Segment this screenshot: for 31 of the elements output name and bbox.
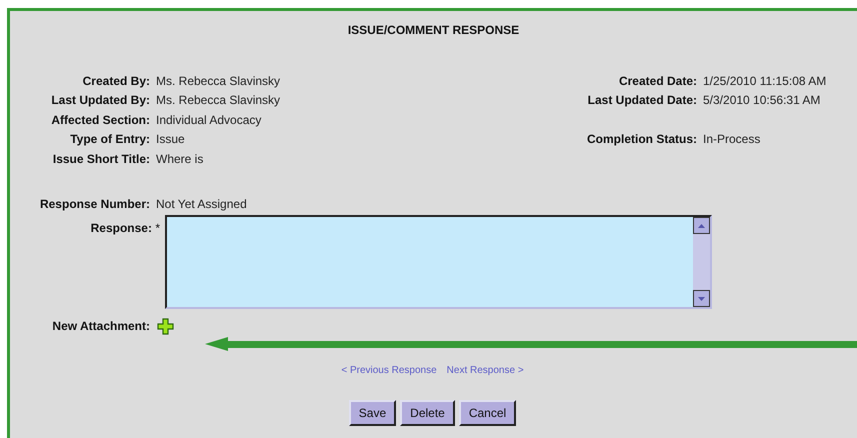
field-value: 1/25/2010 11:15:08 AM [703, 72, 826, 90]
field-label: Created By: [82, 72, 150, 90]
field-value: 5/3/2010 10:56:31 AM [703, 92, 820, 110]
scroll-up-icon[interactable] [693, 217, 710, 234]
form-button[interactable]: Delete [400, 400, 455, 426]
field-label: Response Number: [38, 196, 150, 214]
field-label: Completion Status: [586, 131, 697, 148]
form-button[interactable]: Save [348, 400, 396, 426]
field-value: Individual Advocacy [156, 112, 262, 129]
field-label: Created Date: [618, 72, 697, 90]
scrollbar[interactable] [693, 217, 710, 307]
field-label: Type of Entry: [69, 131, 150, 148]
field-value: Ms. Rebecca Slavinsky [156, 72, 280, 90]
add-plus-icon[interactable] [157, 318, 174, 334]
pagination-link[interactable]: < Previous Response [341, 363, 437, 378]
pagination-link[interactable]: Next Response > [446, 363, 524, 378]
field-label: Issue Short Title: [52, 150, 150, 168]
field-value: In-Process [703, 131, 760, 148]
field-label: Last Updated By: [50, 92, 150, 110]
field-label: Last Updated Date: [586, 92, 697, 110]
field-value: Where is [156, 150, 204, 168]
field-value: Issue [156, 131, 185, 148]
field-label: New Attachment: [51, 318, 150, 335]
field-value: Ms. Rebecca Slavinsky [156, 92, 280, 110]
field-value: Not Yet Assigned [156, 196, 247, 214]
field-label: Affected Section: [50, 112, 150, 129]
response-textarea[interactable] [165, 215, 712, 309]
form-button[interactable]: Cancel [458, 400, 516, 426]
scroll-down-icon[interactable] [693, 290, 710, 307]
field-label: Response: * [90, 220, 160, 237]
form-title: ISSUE/COMMENT RESPONSE [348, 22, 520, 39]
